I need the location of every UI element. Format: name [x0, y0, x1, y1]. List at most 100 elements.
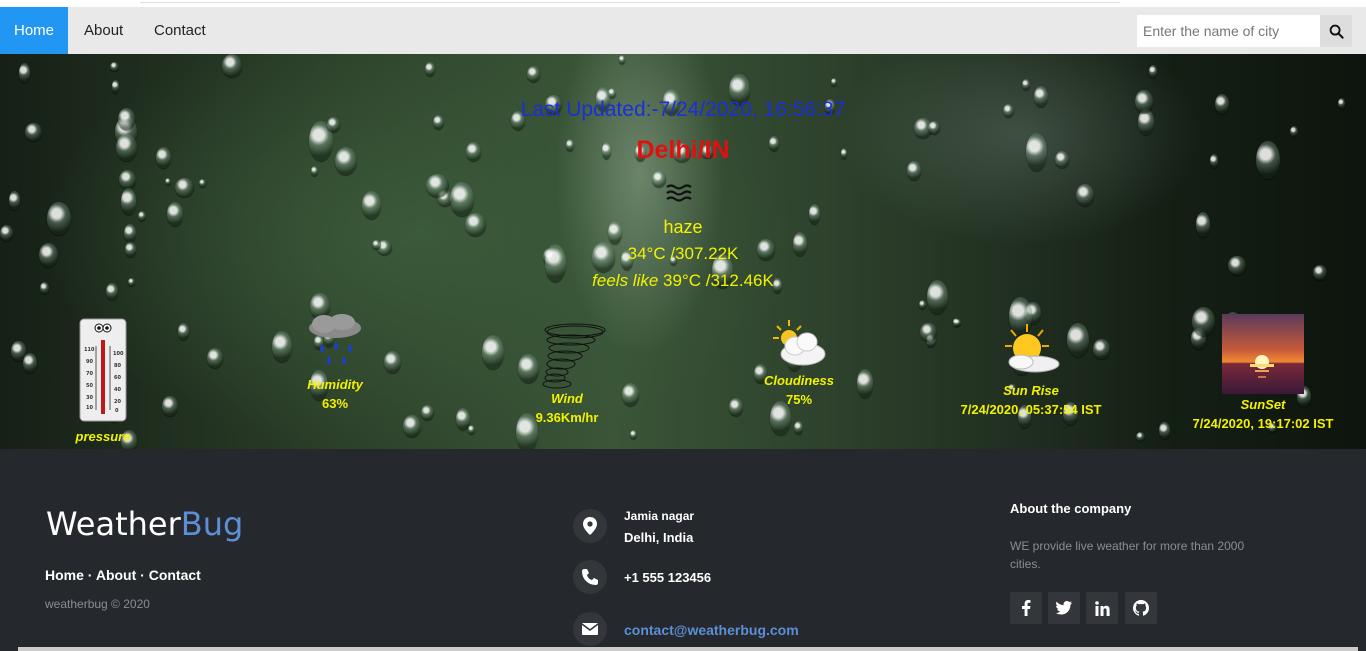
twitter-icon[interactable] [1048, 592, 1080, 624]
rain-drop [22, 352, 37, 373]
envelope-icon [573, 612, 607, 646]
browser-top-strip [0, 0, 1366, 7]
cloudiness-stat: Cloudiness 75% [759, 318, 839, 407]
address-line1: Jamia nagar [624, 509, 695, 523]
sunset-image [1222, 314, 1304, 394]
rain-drop [1148, 65, 1158, 79]
rain-drop [450, 181, 474, 217]
nav-about[interactable]: About [70, 7, 137, 54]
cloudiness-value: 75% [785, 392, 813, 407]
rain-drop [482, 335, 505, 370]
rain-drop [728, 398, 743, 417]
rain-drop [927, 121, 940, 135]
rain-cloud-icon [309, 314, 361, 364]
svg-text:80: 80 [114, 363, 121, 369]
rain-drop [425, 62, 435, 76]
phone-icon [573, 560, 607, 594]
rain-drop [1158, 421, 1170, 440]
svg-text:0: 0 [115, 408, 119, 414]
svg-text:10: 10 [86, 405, 93, 411]
thermometer-icon: 110 90 70 50 30 10 100 80 60 40 20 0 [79, 318, 127, 422]
rain-drop [110, 61, 120, 72]
rain-drop [619, 55, 626, 64]
github-icon[interactable] [1125, 592, 1157, 624]
rain-drop [207, 347, 224, 368]
svg-text:70: 70 [86, 371, 93, 377]
svg-text:20: 20 [114, 399, 121, 405]
sunrise-stat: Sun Rise 7/24/2020, 05:37:54 IST [951, 320, 1111, 417]
pressure-stat: 110 90 70 50 30 10 100 80 60 40 20 0 pressure [72, 318, 134, 444]
linkedin-icon[interactable] [1086, 592, 1118, 624]
email-link[interactable]: contact@weatherbug.com [624, 622, 799, 638]
location-pin-icon [573, 509, 607, 543]
rain-drop [526, 66, 540, 82]
rain-drop [361, 190, 381, 220]
footer-link-home[interactable]: Home [45, 567, 84, 583]
sunrise-value: 7/24/2020, 05:37:54 IST [960, 402, 1102, 417]
rain-drop [162, 395, 178, 417]
svg-text:40: 40 [114, 387, 121, 393]
rain-drop [420, 404, 434, 421]
temperature: 34°C /307.22K [627, 244, 739, 263]
cloudiness-label: Cloudiness [763, 373, 835, 388]
rain-drop [1022, 79, 1030, 91]
svg-text:100: 100 [113, 351, 124, 357]
rain-drop [310, 166, 319, 176]
footer-link-about[interactable]: About [96, 567, 136, 583]
sunrise-icon [1005, 324, 1060, 373]
rain-drop [468, 425, 476, 435]
humidity-stat: Humidity 63% [295, 314, 375, 411]
rain-drop [919, 299, 927, 309]
svg-text:60: 60 [114, 375, 121, 381]
phone-number: +1 555 123456 [624, 570, 712, 585]
about-text: WE provide live weather for more than 20… [1010, 539, 1245, 571]
feels-like-value: 39°C /312.46K [663, 271, 774, 290]
rain-drop [1075, 183, 1095, 207]
search-icon [1329, 24, 1344, 39]
brand-main: Weather [46, 505, 181, 543]
weather-hero: Last Updated:-7/24/2020, 16:56:37 Delhi/… [0, 54, 1366, 449]
city-search-input[interactable] [1137, 15, 1320, 47]
rain-drop [164, 177, 171, 186]
rain-drop [621, 382, 639, 406]
rain-drop [178, 323, 189, 340]
copyright: weatherbug © 2020 [45, 597, 150, 611]
nav-home[interactable]: Home [0, 7, 69, 54]
svg-text:50: 50 [86, 383, 93, 389]
rain-drop [111, 79, 120, 93]
sunset-stat: SunSet 7/24/2020, 19:17:02 IST [1183, 314, 1343, 431]
footer: WeatherBug Home · About · Contact weathe… [0, 449, 1366, 651]
rain-drop [383, 350, 401, 373]
rain-drop [222, 54, 243, 77]
feels-like: feels like 39°C /312.46K [0, 271, 1366, 291]
tornado-icon [542, 323, 606, 389]
wind-stat: Wind 9.36Km/hr [527, 320, 607, 425]
footer-link-contact[interactable]: Contact [149, 567, 201, 583]
rain-drop [1136, 432, 1146, 442]
rain-drop [403, 414, 421, 438]
sunset-label: SunSet [1240, 397, 1286, 412]
rain-drop [9, 190, 21, 210]
sunset-value: 7/24/2020, 19:17:02 IST [1192, 416, 1334, 431]
rain-drop [120, 188, 137, 216]
rain-drop [426, 173, 450, 197]
search-button[interactable] [1320, 15, 1352, 47]
rain-drop [198, 179, 207, 188]
page-bottom-edge [18, 647, 1358, 651]
svg-text:110: 110 [84, 347, 95, 353]
svg-text:30: 30 [86, 395, 93, 401]
nav-contact[interactable]: Contact [140, 7, 220, 54]
footer-links: Home · About · Contact [45, 567, 201, 583]
brand-accent: Bug [180, 505, 244, 543]
humidity-value: 63% [321, 396, 349, 411]
footer-link-separator: · [83, 567, 96, 583]
rain-drop [794, 420, 803, 434]
location-title: Delhi/IN [636, 136, 730, 164]
humidity-label: Humidity [307, 377, 363, 392]
facebook-icon[interactable] [1010, 592, 1042, 624]
rain-drop [630, 430, 638, 440]
wind-label: Wind [551, 391, 583, 406]
rain-drop [19, 62, 31, 84]
rain-drop [119, 169, 137, 189]
weather-description: haze [663, 217, 703, 237]
